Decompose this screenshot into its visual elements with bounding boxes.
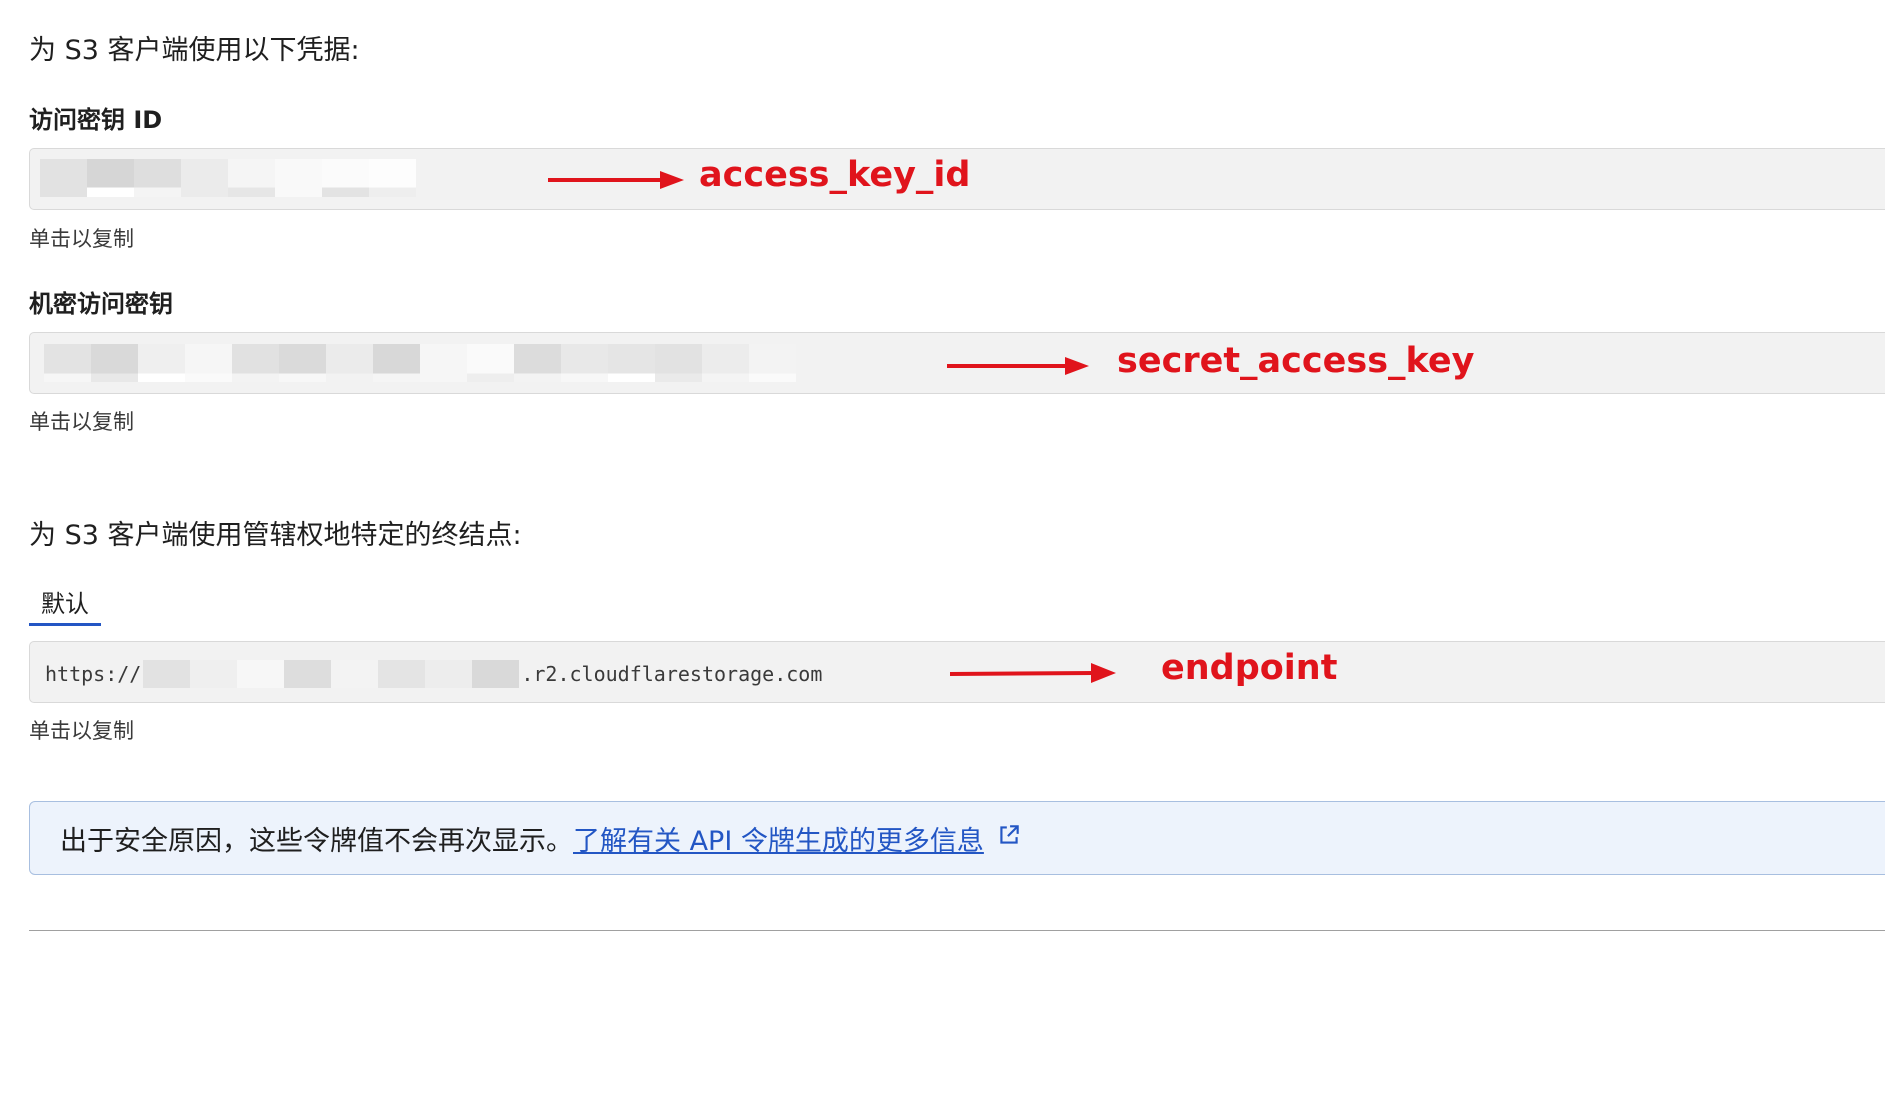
- endpoint-arrow-icon: [949, 663, 1116, 683]
- secret-access-key-arrow-icon: [947, 357, 1089, 375]
- endpoint-heading: 为 S3 客户端使用管辖权地特定的终结点:: [29, 520, 522, 551]
- secret-access-key-annotation: secret_access_key: [1117, 341, 1475, 381]
- endpoint-copy-hint: 单击以复制: [29, 719, 134, 743]
- access-key-id-arrow-icon: [548, 171, 684, 189]
- endpoint-prefix: https://: [45, 662, 142, 686]
- security-notice: 出于安全原因，这些令牌值不会再次显示。 了解有关 API 令牌生成的更多信息: [29, 801, 1885, 875]
- api-token-docs-link[interactable]: 了解有关 API 令牌生成的更多信息: [573, 819, 984, 858]
- credentials-heading: 为 S3 客户端使用以下凭据:: [29, 35, 360, 66]
- tab-default[interactable]: 默认: [29, 584, 101, 626]
- endpoint-redacted-account-id: [143, 660, 520, 688]
- access-key-id-redacted-value: [40, 159, 416, 197]
- secret-access-key-copy-hint: 单击以复制: [29, 410, 134, 434]
- access-key-id-label: 访问密钥 ID: [29, 106, 163, 134]
- divider: [29, 930, 1885, 931]
- access-key-id-annotation: access_key_id: [699, 155, 971, 195]
- access-key-id-copy-hint: 单击以复制: [29, 227, 134, 251]
- endpoint-suffix: .r2.cloudflarestorage.com: [521, 662, 823, 686]
- security-notice-text: 出于安全原因，这些令牌值不会再次显示。: [60, 825, 573, 857]
- endpoint-annotation: endpoint: [1161, 648, 1338, 688]
- external-link-icon[interactable]: [996, 822, 1022, 855]
- secret-access-key-redacted-value: [44, 344, 796, 382]
- endpoint-value: https:// .r2.cloudflarestorage.com: [45, 660, 822, 688]
- secret-access-key-label: 机密访问密钥: [29, 290, 173, 318]
